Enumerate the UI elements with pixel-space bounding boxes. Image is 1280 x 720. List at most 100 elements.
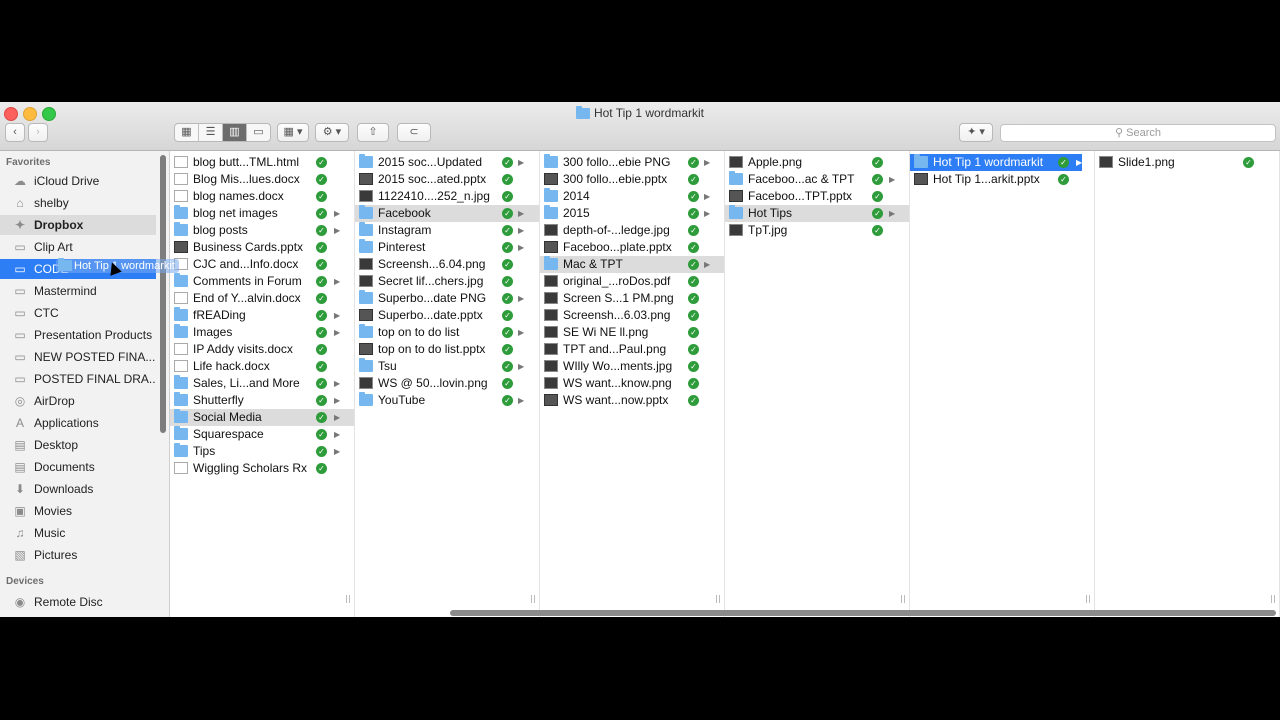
- column-resize-handle[interactable]: [901, 595, 905, 603]
- forward-button[interactable]: ›: [28, 123, 48, 142]
- file-row[interactable]: Faceboo...TPT.pptx ✓: [725, 188, 909, 205]
- file-row[interactable]: WS want...know.png ✓: [540, 375, 724, 392]
- browser-column-6[interactable]: Slide1.png ✓: [1095, 151, 1280, 617]
- file-row[interactable]: 2015 soc...Updated ✓ ▶: [355, 154, 539, 171]
- browser-column-5[interactable]: Hot Tip 1 wordmarkit ✓ ▶ Hot Tip 1...arkit.…: [910, 151, 1095, 617]
- file-row[interactable]: Faceboo...ac & TPT ✓ ▶: [725, 171, 909, 188]
- file-row[interactable]: Blog Mis...lues.docx ✓: [170, 171, 354, 188]
- view-mode-selector[interactable]: ▦ ☰ ▥ ▭: [174, 123, 271, 142]
- file-row[interactable]: Wiggling Scholars Rx ✓: [170, 460, 354, 477]
- sidebar-item-desktop[interactable]: ▤ Desktop: [0, 435, 156, 455]
- sidebar-item-remote-disc[interactable]: ◉ Remote Disc: [0, 592, 156, 612]
- column-resize-handle[interactable]: [716, 595, 720, 603]
- icon-view-icon[interactable]: ▦: [175, 124, 199, 141]
- arrange-button[interactable]: ▦ ▾: [277, 123, 309, 142]
- file-row[interactable]: original_...roDos.pdf ✓: [540, 273, 724, 290]
- sidebar-item-applications[interactable]: A Applications: [0, 413, 156, 433]
- file-row[interactable]: top on to do list.pptx ✓: [355, 341, 539, 358]
- browser-column-4[interactable]: Apple.png ✓ Faceboo...ac & TPT ✓ ▶ Faceboo...…: [725, 151, 910, 617]
- column-resize-handle[interactable]: [1271, 595, 1275, 603]
- file-row[interactable]: Hot Tip 1...arkit.pptx ✓: [910, 171, 1082, 188]
- sidebar-item-ctc[interactable]: ▭ CTC: [0, 303, 156, 323]
- file-row[interactable]: Life hack.docx ✓: [170, 358, 354, 375]
- column-resize-handle[interactable]: [346, 595, 350, 603]
- sidebar-item-downloads[interactable]: ⬇ Downloads: [0, 479, 156, 499]
- file-row[interactable]: Squarespace ✓ ▶: [170, 426, 354, 443]
- file-row[interactable]: 2015 soc...ated.pptx ✓: [355, 171, 539, 188]
- file-row[interactable]: Tsu ✓ ▶: [355, 358, 539, 375]
- file-row[interactable]: Instagram ✓ ▶: [355, 222, 539, 239]
- file-row[interactable]: Images ✓ ▶: [170, 324, 354, 341]
- sidebar-item-presentation-products[interactable]: ▭ Presentation Products: [0, 325, 156, 345]
- file-row[interactable]: 300 follo...ebie PNG ✓ ▶: [540, 154, 724, 171]
- sidebar-item-icloud-drive[interactable]: ☁ iCloud Drive: [0, 171, 156, 191]
- file-row[interactable]: Mac & TPT ✓ ▶: [540, 256, 724, 273]
- action-gear-icon[interactable]: ⚙ ▾: [315, 123, 349, 142]
- search-input[interactable]: ⚲ Search: [1000, 124, 1276, 142]
- column-resize-handle[interactable]: [531, 595, 535, 603]
- file-row[interactable]: Tips ✓ ▶: [170, 443, 354, 460]
- file-row[interactable]: YouTube ✓ ▶: [355, 392, 539, 409]
- file-row[interactable]: SE Wi NE ll.png ✓: [540, 324, 724, 341]
- back-button[interactable]: ‹: [5, 123, 25, 142]
- file-row[interactable]: 2014 ✓ ▶: [540, 188, 724, 205]
- file-row[interactable]: Hot Tip 1 wordmarkit ✓ ▶: [910, 154, 1082, 171]
- file-row[interactable]: blog posts ✓ ▶: [170, 222, 354, 239]
- file-row[interactable]: Screen S...1 PM.png ✓: [540, 290, 724, 307]
- file-row[interactable]: Social Media ✓ ▶: [170, 409, 354, 426]
- file-row[interactable]: End of Y...alvin.docx ✓: [170, 290, 354, 307]
- file-row[interactable]: Apple.png ✓: [725, 154, 909, 171]
- sidebar-item-shelby[interactable]: ⌂ shelby: [0, 193, 156, 213]
- tags-icon[interactable]: ⊂: [397, 123, 431, 142]
- file-row[interactable]: Facebook ✓ ▶: [355, 205, 539, 222]
- file-row[interactable]: Hot Tips ✓ ▶: [725, 205, 909, 222]
- cover-flow-icon[interactable]: ▭: [247, 124, 270, 141]
- file-row[interactable]: 300 follo...ebie.pptx ✓: [540, 171, 724, 188]
- horizontal-scrollbar[interactable]: [450, 610, 1276, 616]
- file-row[interactable]: blog names.docx ✓: [170, 188, 354, 205]
- file-row[interactable]: Secret lif...chers.jpg ✓: [355, 273, 539, 290]
- file-row[interactable]: TpT.jpg ✓: [725, 222, 909, 239]
- file-row[interactable]: blog butt...TML.html ✓: [170, 154, 354, 171]
- file-row[interactable]: Slide1.png ✓: [1095, 154, 1279, 171]
- file-row[interactable]: Shutterfly ✓ ▶: [170, 392, 354, 409]
- file-row[interactable]: WS @ 50...lovin.png ✓: [355, 375, 539, 392]
- file-row[interactable]: Pinterest ✓ ▶: [355, 239, 539, 256]
- file-row[interactable]: IP Addy visits.docx ✓: [170, 341, 354, 358]
- file-row[interactable]: blog net images ✓ ▶: [170, 205, 354, 222]
- sidebar-item-mastermind[interactable]: ▭ Mastermind: [0, 281, 156, 301]
- sidebar-item-documents[interactable]: ▤ Documents: [0, 457, 156, 477]
- file-row[interactable]: Comments in Forum ✓ ▶: [170, 273, 354, 290]
- sidebar-item-posted-final-dra[interactable]: ▭ POSTED FINAL DRA...: [0, 369, 156, 389]
- file-row[interactable]: 2015 ✓ ▶: [540, 205, 724, 222]
- file-row[interactable]: 1122410....252_n.jpg ✓: [355, 188, 539, 205]
- share-icon[interactable]: ⇧: [357, 123, 389, 142]
- sidebar-item-dropbox[interactable]: ✦ Dropbox: [0, 215, 156, 235]
- column-view-icon[interactable]: ▥: [223, 124, 247, 141]
- file-row[interactable]: Sales, Li...and More ✓ ▶: [170, 375, 354, 392]
- file-row[interactable]: Faceboo...plate.pptx ✓: [540, 239, 724, 256]
- file-row[interactable]: depth-of-...ledge.jpg ✓: [540, 222, 724, 239]
- file-row[interactable]: fREADing ✓ ▶: [170, 307, 354, 324]
- dropbox-menu-icon[interactable]: ✦ ▾: [959, 123, 993, 142]
- file-row[interactable]: TPT and...Paul.png ✓: [540, 341, 724, 358]
- file-row[interactable]: Superbo...date.pptx ✓: [355, 307, 539, 324]
- file-row[interactable]: Business Cards.pptx ✓: [170, 239, 354, 256]
- browser-column-3[interactable]: 300 follo...ebie PNG ✓ ▶ 300 follo...ebie.p…: [540, 151, 725, 617]
- browser-column-1[interactable]: blog butt...TML.html ✓ Blog Mis...lues.doc…: [170, 151, 355, 617]
- sidebar-item-pictures[interactable]: ▧ Pictures: [0, 545, 156, 565]
- sidebar-item-airdrop[interactable]: ◎ AirDrop: [0, 391, 156, 411]
- file-row[interactable]: WS want...now.pptx ✓: [540, 392, 724, 409]
- sidebar-item-music[interactable]: ♫ Music: [0, 523, 156, 543]
- file-row[interactable]: CJC and...Info.docx ✓: [170, 256, 354, 273]
- file-row[interactable]: Screensh...6.03.png ✓: [540, 307, 724, 324]
- file-row[interactable]: Superbo...date PNG ✓ ▶: [355, 290, 539, 307]
- browser-column-2[interactable]: 2015 soc...Updated ✓ ▶ 2015 soc...ated.pptx…: [355, 151, 540, 617]
- sidebar-item-new-posted-fina[interactable]: ▭ NEW POSTED FINA...: [0, 347, 156, 367]
- sidebar-item-clip-art[interactable]: ▭ Clip Art: [0, 237, 156, 257]
- file-row[interactable]: top on to do list ✓ ▶: [355, 324, 539, 341]
- file-row[interactable]: WIlly Wo...ments.jpg ✓: [540, 358, 724, 375]
- file-row[interactable]: Screensh...6.04.png ✓: [355, 256, 539, 273]
- sidebar-scrollbar[interactable]: [160, 155, 166, 433]
- column-resize-handle[interactable]: [1086, 595, 1090, 603]
